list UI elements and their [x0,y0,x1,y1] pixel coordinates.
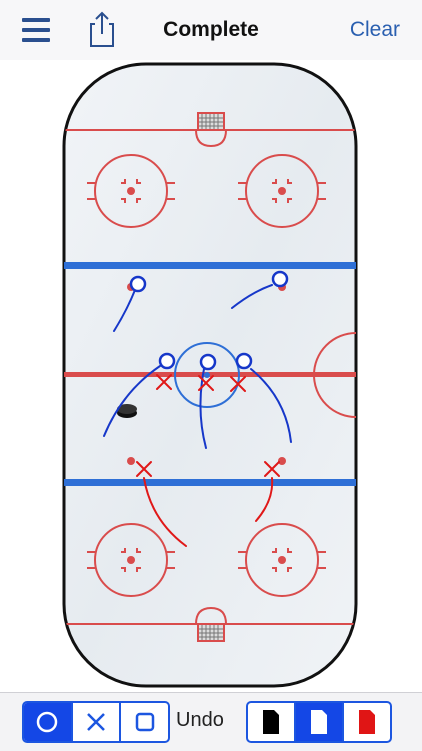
player-o-marker[interactable] [271,270,289,288]
center-faceoff-dot [204,372,210,378]
rink-canvas[interactable] [0,60,422,692]
blue-color-button[interactable] [296,703,344,741]
black-document-icon [263,710,279,734]
circle-tool-button[interactable] [24,703,73,741]
x-tool-button[interactable] [73,703,122,741]
top-blue-line [64,262,356,269]
share-icon[interactable] [86,10,118,48]
neutral-dot [127,457,135,465]
neutral-dot [278,457,286,465]
bottom-blue-line [64,479,356,486]
hamburger-menu-icon[interactable] [22,18,50,42]
square-icon [135,712,154,732]
square-tool-button[interactable] [121,703,168,741]
center-red-line [64,372,356,377]
white-document-icon [311,710,327,734]
color-selector [246,701,392,743]
x-icon [87,713,105,731]
player-o-marker[interactable] [158,352,176,370]
black-color-button[interactable] [248,703,296,741]
clear-button[interactable]: Clear [350,18,400,42]
undo-button[interactable]: Undo [176,709,224,732]
player-o-marker[interactable] [129,275,147,293]
hockey-rink[interactable] [0,60,422,692]
player-o-marker[interactable] [235,352,253,370]
red-document-icon [359,710,375,734]
player-o-marker[interactable] [199,353,217,371]
top-navigation-bar: Complete Clear [0,0,422,61]
circle-icon [37,711,58,733]
shape-tool-selector [22,701,170,743]
bottom-toolbar: Undo [0,692,422,751]
red-color-button[interactable] [344,703,390,741]
